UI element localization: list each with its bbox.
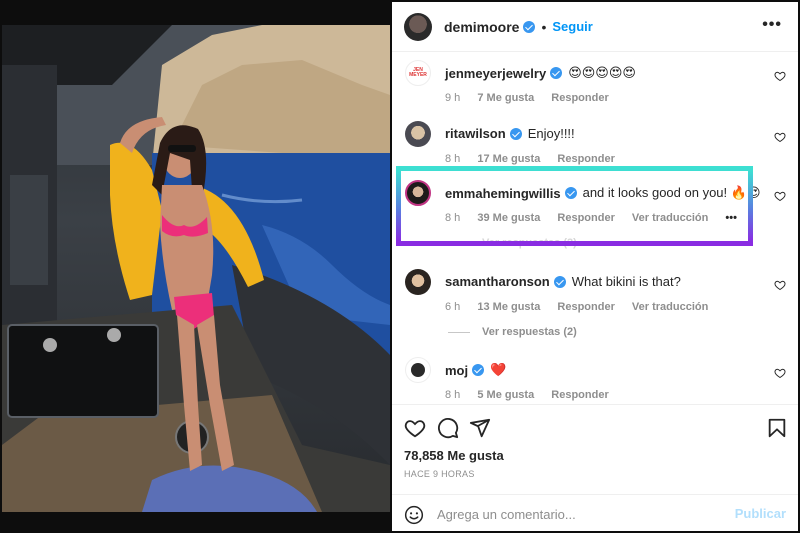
reply-button[interactable]: Responder [557,153,614,165]
reply-button[interactable]: Responder [551,92,608,104]
comment-meta: 8 h 5 Me gusta Responder [445,389,623,401]
view-replies-button[interactable]: Ver respuestas (2) [448,326,577,338]
comment-likes[interactable]: 5 Me gusta [477,389,534,401]
header-separator: • [541,18,547,35]
verified-badge-icon [550,67,563,79]
comment-time[interactable]: 8 h [445,389,460,401]
verified-badge-icon [553,275,566,288]
comment-text: ❤️ [490,362,507,377]
follow-button[interactable]: Seguir [552,19,592,34]
comment-time[interactable]: 6 h [445,301,460,313]
highlight-box [396,166,753,246]
view-replies-label: Ver respuestas (2) [482,326,577,338]
likes-count[interactable]: 78,858 Me gusta [404,448,504,463]
commenter-avatar[interactable] [405,357,431,383]
like-comment-heart-icon[interactable] [774,279,786,291]
add-comment-bar: Publicar [392,494,798,531]
comment-username[interactable]: samantharonson [445,274,550,289]
comment-username[interactable]: ritawilson [445,126,506,141]
emoji-icon[interactable] [404,505,424,525]
comment-likes[interactable]: 17 Me gusta [477,153,540,165]
like-comment-heart-icon[interactable] [774,367,786,379]
comment-time[interactable]: 8 h [445,153,460,165]
commenter-avatar[interactable]: JEN MEYER [405,60,431,86]
replies-divider [448,331,470,333]
post-photo[interactable] [2,25,390,512]
share-icon[interactable] [469,417,491,439]
comment-text: 😍😍😍😍😍 [568,65,636,80]
author-avatar[interactable] [404,12,432,41]
heart-icon[interactable] [404,417,426,439]
comment-text: What bikini is that? [571,274,681,289]
comment-line: moj ❤️ [445,362,506,378]
post-header: demimoore • Seguir ••• [392,2,798,52]
comment-username[interactable]: moj [445,363,468,378]
comment-line: samantharonson What bikini is that? [445,274,681,289]
comment-line: ritawilson Enjoy!!!! [445,126,575,141]
commenter-avatar[interactable] [405,269,431,295]
reply-button[interactable]: Responder [557,301,614,313]
translate-button[interactable]: Ver traducción [632,301,708,313]
bookmark-icon[interactable] [766,417,788,439]
like-comment-heart-icon[interactable] [774,190,786,202]
screenshot-frame: demimoore • Seguir ••• JEN MEYER jenmeyer… [0,0,800,533]
comment-meta: 8 h 17 Me gusta Responder [445,153,629,165]
comment-meta: 6 h 13 Me gusta Responder Ver traducción [445,301,722,313]
comment-input[interactable] [437,504,727,524]
post-comment-button[interactable]: Publicar [735,506,786,521]
verified-badge-icon [472,364,485,376]
verified-badge-icon [509,127,522,140]
comment-time[interactable]: 9 h [445,92,460,104]
comment-meta: 9 h 7 Me gusta Responder [445,92,623,104]
like-comment-heart-icon[interactable] [774,70,786,82]
comment-text: Enjoy!!!! [527,126,575,141]
like-comment-heart-icon[interactable] [774,131,786,143]
post-photo-illustration [2,25,390,512]
comment-likes[interactable]: 13 Me gusta [477,301,540,313]
commenter-avatar[interactable] [405,121,431,147]
post-detail-panel: demimoore • Seguir ••• JEN MEYER jenmeyer… [392,2,798,531]
more-options-button[interactable]: ••• [762,16,782,34]
author-username[interactable]: demimoore [444,19,519,35]
comment-icon[interactable] [437,417,459,439]
comment-username[interactable]: jenmeyerjewelry [445,66,546,81]
verified-badge-icon [523,20,536,33]
post-time-ago[interactable]: HACE 9 HORAS [404,469,475,479]
comment-likes[interactable]: 7 Me gusta [477,92,534,104]
post-actions-bar [392,404,798,444]
comment-line: jenmeyerjewelry 😍😍😍😍😍 [445,65,636,81]
reply-button[interactable]: Responder [551,389,608,401]
